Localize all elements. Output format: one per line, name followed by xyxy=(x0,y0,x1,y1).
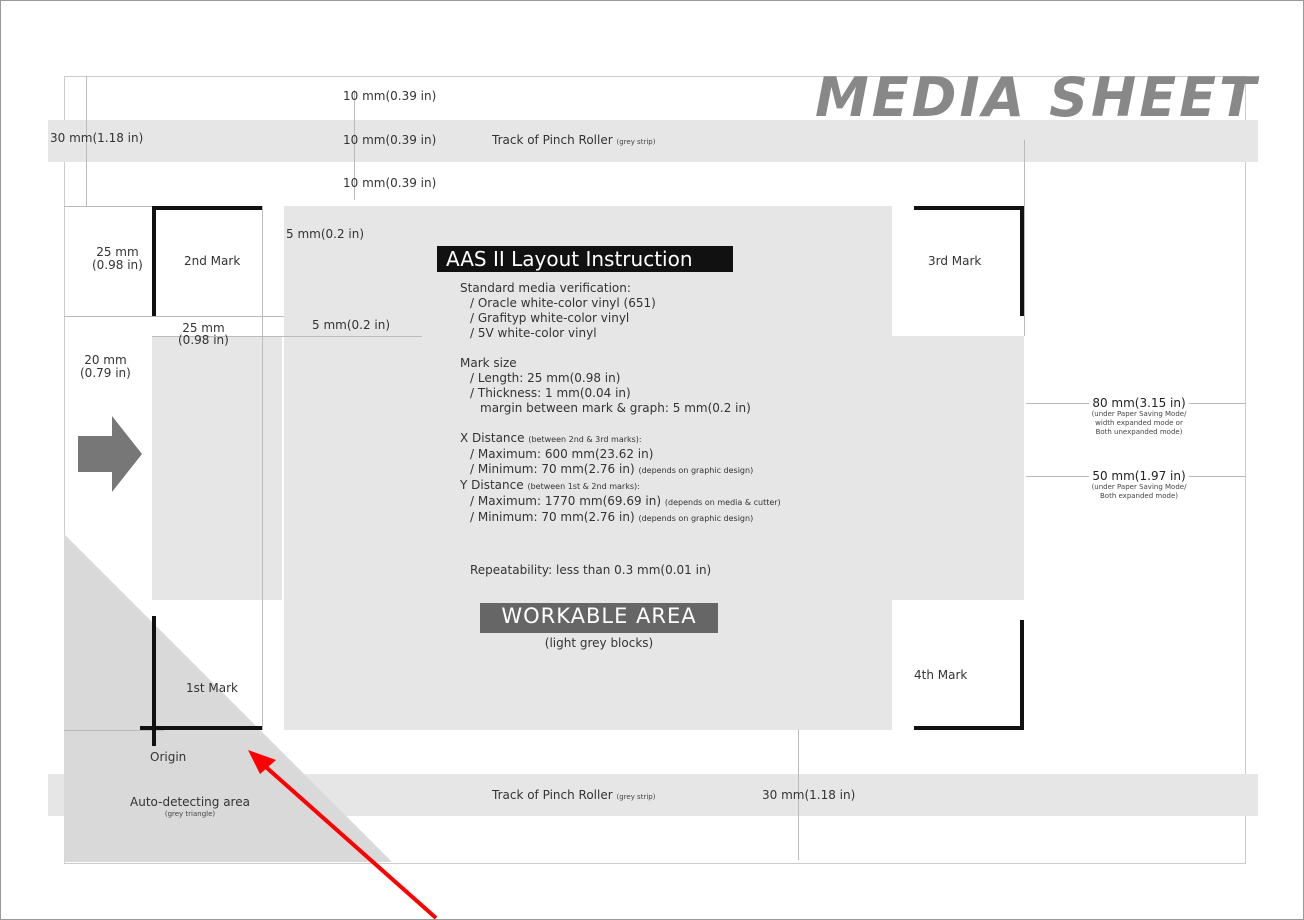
third-mark-vertical xyxy=(1020,206,1024,316)
guide-line xyxy=(64,206,154,207)
instruction-body: Standard media verification: / Oracle wh… xyxy=(460,281,781,526)
media-sheet-title: MEDIA SHEET xyxy=(815,66,1259,129)
pinch-roller-label-top: Track of Pinch Roller (grey strip) xyxy=(492,133,655,147)
pinch-roller-text: Track of Pinch Roller xyxy=(492,133,613,147)
top-dim-1: 10 mm(0.39 in) xyxy=(343,89,437,103)
mark-size-title: Mark size xyxy=(460,356,517,370)
repeatability: Repeatability: less than 0.3 mm(0.01 in) xyxy=(470,563,712,577)
instruction-heading: AAS II Layout Instruction xyxy=(446,247,693,271)
y-distance-note: (between 1st & 2nd marks): xyxy=(527,482,640,491)
first-mark-label: 1st Mark xyxy=(186,681,238,695)
red-pointer-arrow-icon xyxy=(248,750,438,920)
gap-side-dim: 5 mm(0.2 in) xyxy=(312,318,391,332)
verification-item: / 5V white-color vinyl xyxy=(470,326,597,340)
verification-item: / Grafityp white-color vinyl xyxy=(470,311,630,325)
mark-size-item: margin between mark & graph: 5 mm(0.2 in… xyxy=(480,401,751,415)
left-margin-dim: 30 mm(1.18 in) xyxy=(50,131,144,145)
dim-80mm-note: (under Paper Saving Mode/ xyxy=(1091,410,1187,418)
second-mark-vertical xyxy=(152,206,156,316)
y-distance-title: Y Distance xyxy=(460,478,524,492)
mark-height-dim: 25 mm (0.98 in) xyxy=(92,246,143,272)
mark-width-in: (0.98 in) xyxy=(178,333,229,347)
second-mark-horizontal xyxy=(152,206,262,210)
y-min: / Minimum: 70 mm(2.76 in) xyxy=(470,510,635,524)
dim-50mm-value: 50 mm(1.97 in) xyxy=(1089,469,1189,483)
x-distance-note: (between 2nd & 3rd marks): xyxy=(528,435,642,444)
workable-area-right xyxy=(892,336,1024,600)
workable-area-note: (light grey blocks) xyxy=(544,636,654,650)
guide-line xyxy=(64,730,164,731)
pinch-roller-note: (grey strip) xyxy=(616,793,656,801)
origin-label: Origin xyxy=(150,750,187,764)
pinch-roller-note: (grey strip) xyxy=(616,138,656,146)
x-max: / Maximum: 600 mm(23.62 in) xyxy=(470,447,654,461)
x-distance-title: X Distance xyxy=(460,431,525,445)
top-dim-3: 10 mm(0.39 in) xyxy=(343,176,437,190)
dim-50mm: 50 mm(1.97 in) (under Paper Saving Mode/… xyxy=(1034,469,1244,501)
gap-top-dim: 5 mm(0.2 in) xyxy=(286,227,365,241)
pinch-roller-text: Track of Pinch Roller xyxy=(492,788,613,802)
guide-line xyxy=(262,206,263,730)
dim-50mm-note: Both expanded mode) xyxy=(1100,492,1178,500)
feed-direction-arrow-icon xyxy=(78,416,142,492)
mark-width-dim: 25 mm (0.98 in) xyxy=(178,322,229,346)
workable-area-label: WORKABLE AREA xyxy=(501,604,697,628)
verification-item: / Oracle white-color vinyl (651) xyxy=(470,296,656,310)
dim-50mm-note: (under Paper Saving Mode/ xyxy=(1091,483,1187,491)
dim-80mm-note: width expanded mode or xyxy=(1095,419,1183,427)
x-min-note: (depends on graphic design) xyxy=(638,466,754,475)
fourth-mark-label: 4th Mark xyxy=(914,668,968,682)
fourth-mark-vertical xyxy=(1020,620,1024,730)
guide-line xyxy=(1024,140,1025,336)
y-max: / Maximum: 1770 mm(69.69 in) xyxy=(470,494,662,508)
mark-size-item: / Thickness: 1 mm(0.04 in) xyxy=(470,386,631,400)
edge-dim: 20 mm (0.79 in) xyxy=(80,354,131,380)
second-mark-label: 2nd Mark xyxy=(184,254,241,268)
dim-80mm-value: 80 mm(3.15 in) xyxy=(1089,396,1189,410)
y-min-note: (depends on graphic design) xyxy=(638,514,754,523)
y-max-note: (depends on media & cutter) xyxy=(664,498,781,507)
top-dim-2: 10 mm(0.39 in) xyxy=(343,133,437,147)
x-min: / Minimum: 70 mm(2.76 in) xyxy=(470,462,635,476)
edge-in: (0.79 in) xyxy=(80,366,131,380)
dim-80mm: 80 mm(3.15 in) (under Paper Saving Mode/… xyxy=(1034,396,1244,437)
third-mark-horizontal xyxy=(914,206,1024,210)
bottom-margin-dim: 30 mm(1.18 in) xyxy=(762,788,856,802)
third-mark-label: 3rd Mark xyxy=(928,254,982,268)
mark-height-in: (0.98 in) xyxy=(92,258,143,272)
verification-title: Standard media verification: xyxy=(460,281,631,295)
fourth-mark-horizontal xyxy=(914,726,1024,730)
dim-80mm-note: Both unexpanded mode) xyxy=(1095,428,1183,436)
mark-size-item: / Length: 25 mm(0.98 in) xyxy=(470,371,621,385)
guide-line xyxy=(64,316,284,317)
first-mark-horizontal xyxy=(140,726,262,730)
pinch-roller-label-bottom: Track of Pinch Roller (grey strip) xyxy=(492,788,655,802)
